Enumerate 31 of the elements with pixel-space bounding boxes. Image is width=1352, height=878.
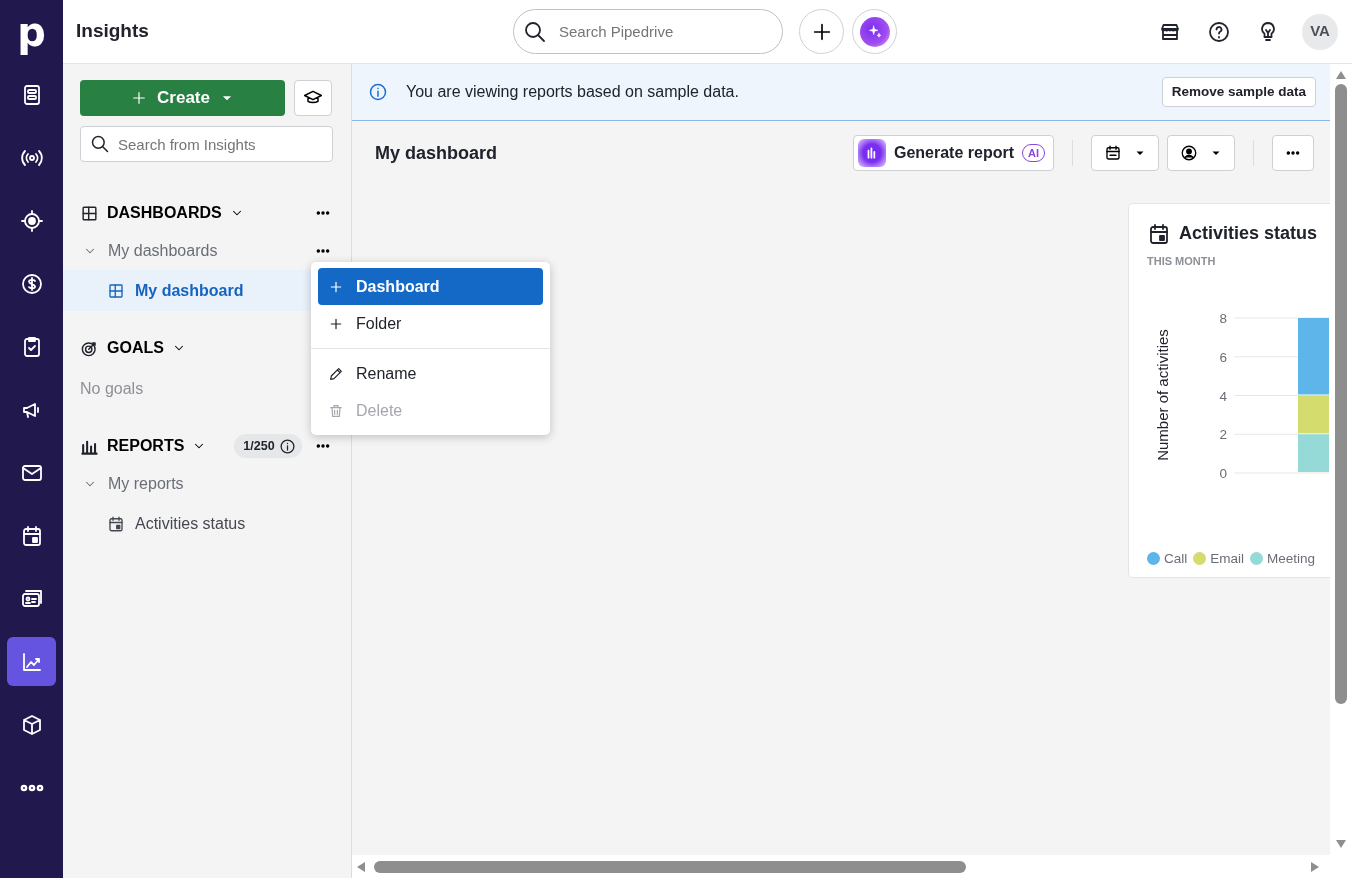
user-avatar[interactable]: VA — [1302, 13, 1338, 50]
create-button[interactable]: Create — [80, 80, 285, 116]
search-field[interactable]: Search from Insights — [80, 126, 333, 162]
tick-label: 0 — [1219, 465, 1227, 481]
tick-label: 4 — [1219, 388, 1227, 403]
search-field[interactable]: Search Pipedrive — [513, 9, 783, 54]
section-toggle[interactable]: REPORTS — [107, 434, 207, 458]
section-toggle[interactable]: GOALS — [107, 336, 186, 360]
count-text: 1/250 — [243, 437, 275, 455]
page-title: Insights — [76, 19, 150, 44]
legend-label: Call — [1164, 549, 1188, 568]
tree-item[interactable]: Activities status — [63, 503, 351, 544]
banner-text: You are viewing reports based on sample data. — [406, 82, 739, 102]
empty-message: No goals — [80, 379, 144, 399]
remove-sample-data-button[interactable]: Remove sample data — [1161, 76, 1316, 108]
report-title: Activities status — [1179, 222, 1318, 245]
generate-report-button[interactable]: Generate report AI — [852, 135, 1054, 171]
tick-label: 2 — [1219, 426, 1227, 442]
legend-label: Email — [1210, 549, 1245, 568]
app-logo[interactable]: p — [0, 0, 63, 63]
report-period: THIS MONTH — [1147, 254, 1217, 269]
section-toggle[interactable]: DASHBOARDS — [107, 201, 244, 225]
axis-title: Number of activities — [1154, 328, 1171, 461]
tick-label: 6 — [1219, 349, 1227, 365]
folder-label[interactable]: My dashboards — [108, 239, 218, 263]
menu-item[interactable]: Dashboard — [318, 268, 543, 305]
dashboard-title: My dashboard — [375, 141, 498, 165]
tick-label: 8 — [1219, 310, 1227, 326]
menu-item[interactable]: Rename — [318, 355, 543, 392]
legend-label: Meeting — [1267, 549, 1316, 568]
folder-label[interactable]: My reports — [108, 472, 184, 496]
